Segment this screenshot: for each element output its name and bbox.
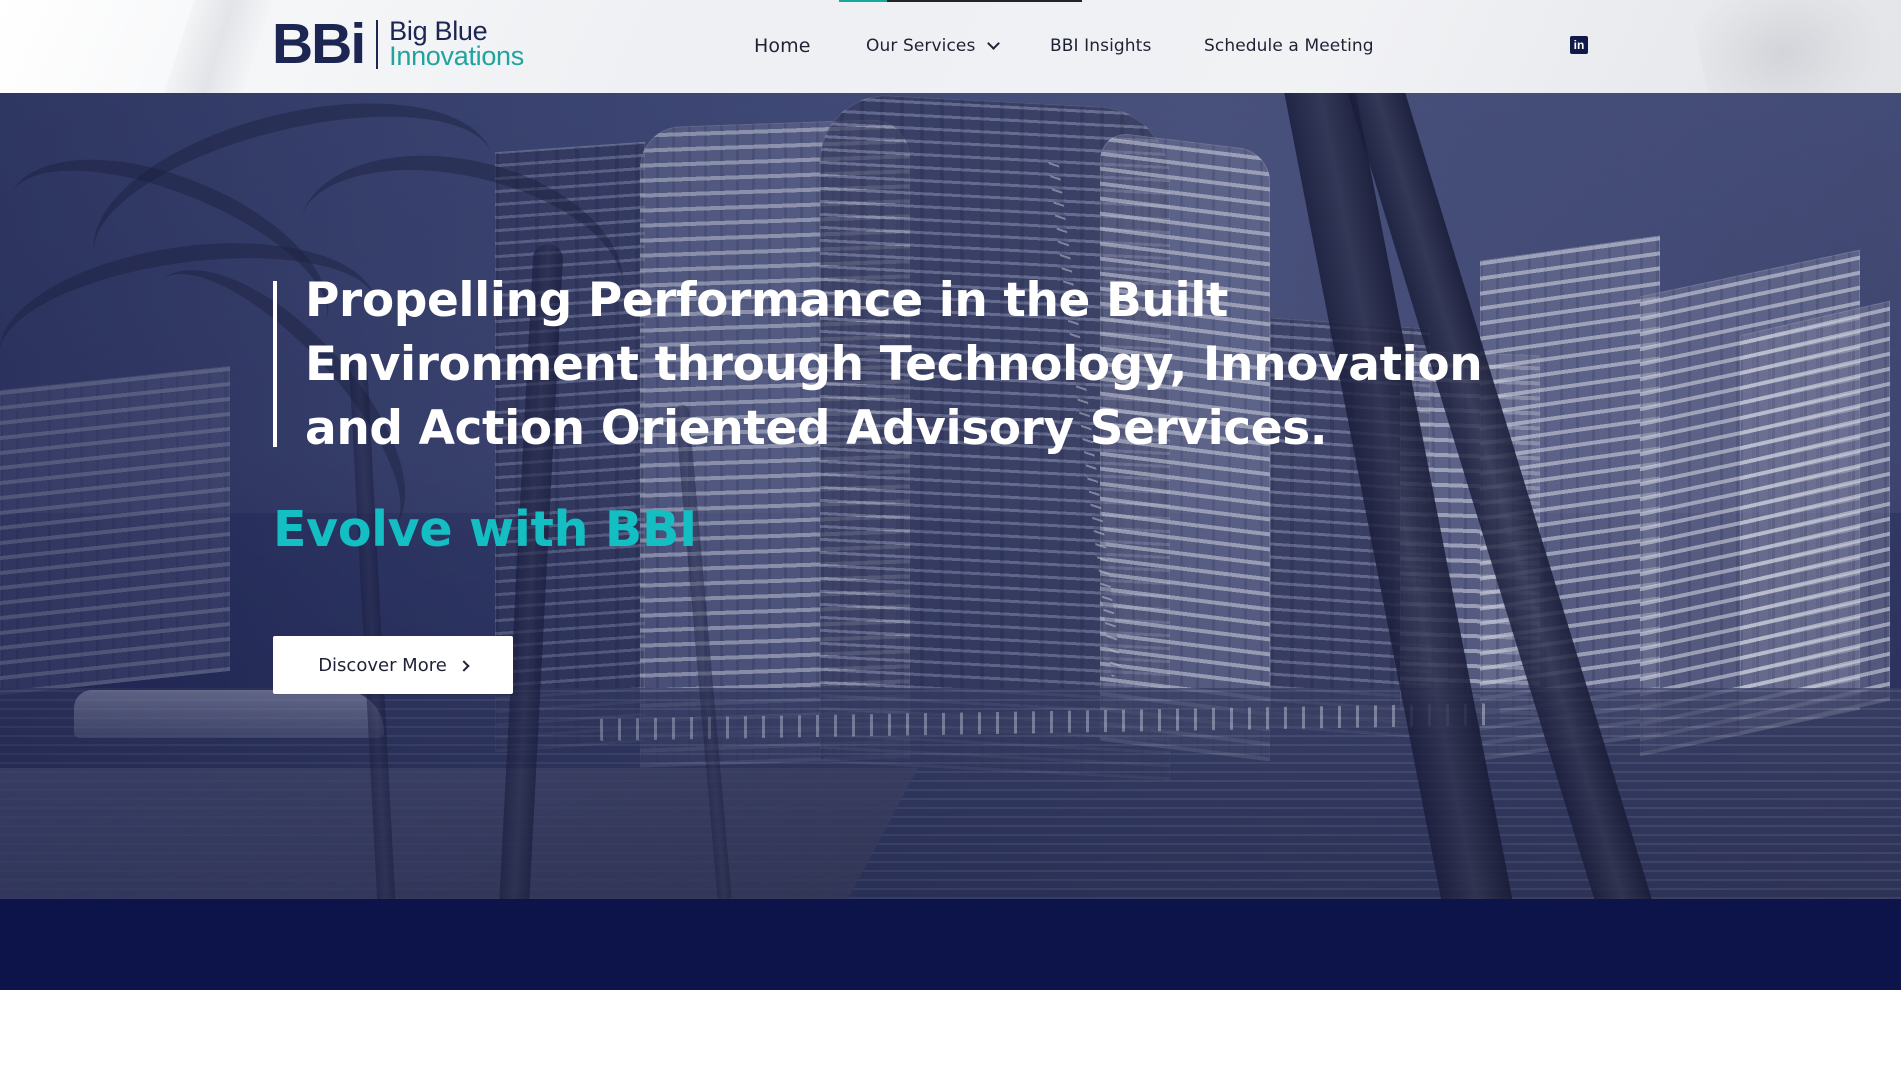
white-page-section (0, 990, 1901, 1080)
nav-our-services-label: Our Services (866, 36, 976, 56)
hero-color-overlay (0, 93, 1901, 899)
discover-more-label: Discover More (318, 654, 447, 676)
linkedin-icon[interactable]: in (1570, 36, 1588, 54)
hero-tagline: Evolve with BBI (273, 501, 697, 558)
nav-bbi-insights-label: BBI Insights (1050, 36, 1152, 56)
bbi-homepage: BBi Big Blue Innovations Home Our Servic… (0, 0, 1901, 1080)
hero-headline: Propelling Performance in the Built Envi… (305, 273, 1483, 456)
nav-bbi-insights-link[interactable]: BBI Insights (1050, 34, 1151, 58)
primary-navigation: Home Our Services BBI Insights Schedule … (0, 0, 1901, 93)
headline-vertical-rule (273, 281, 277, 447)
nav-our-services-dropdown[interactable]: Our Services (866, 34, 1001, 58)
nav-home-label: Home (754, 35, 811, 57)
chevron-right-icon (458, 659, 470, 672)
chevron-down-icon (987, 36, 1001, 50)
nav-schedule-meeting-link[interactable]: Schedule a Meeting (1204, 34, 1374, 58)
site-header: BBi Big Blue Innovations Home Our Servic… (0, 0, 1901, 93)
hero-section: Propelling Performance in the Built Envi… (0, 93, 1901, 899)
nav-schedule-meeting-label: Schedule a Meeting (1204, 36, 1374, 56)
nav-home-link[interactable]: Home (754, 34, 811, 58)
dark-blue-section-band (0, 899, 1901, 990)
discover-more-button[interactable]: Discover More (273, 636, 513, 694)
